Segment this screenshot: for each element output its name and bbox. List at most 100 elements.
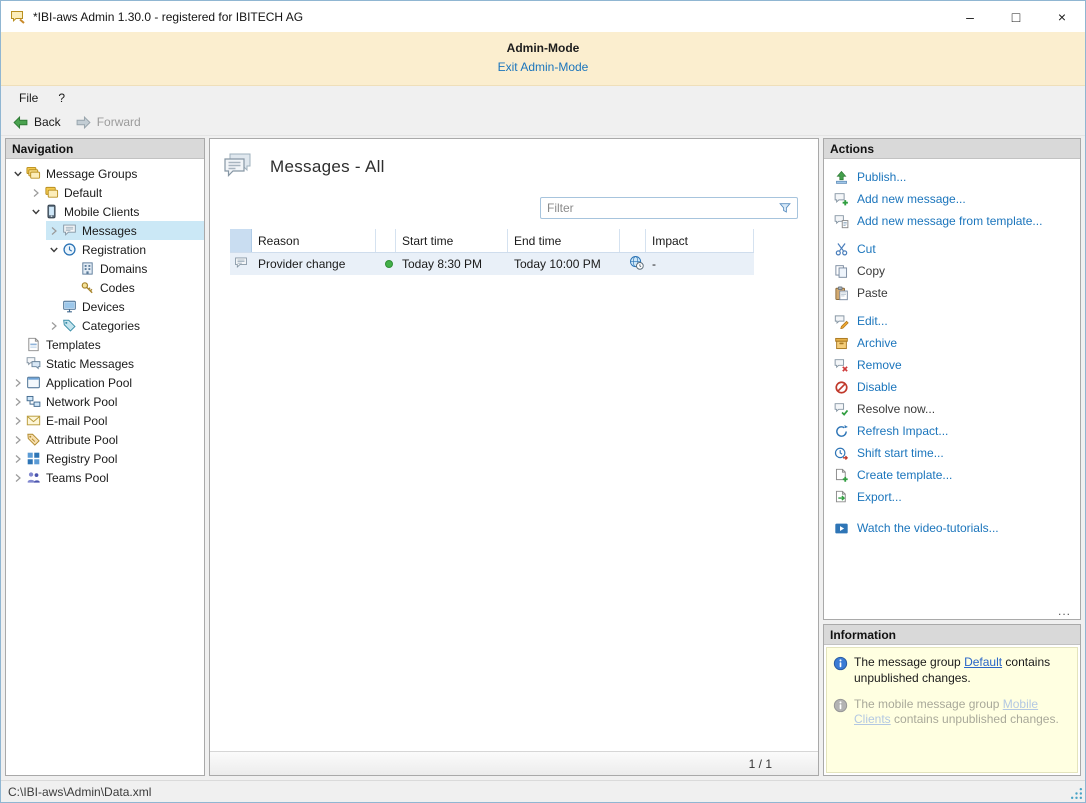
info-icon: [833, 656, 848, 671]
chevron-right-icon[interactable]: [10, 394, 25, 409]
action-resolve-now[interactable]: Resolve now...: [824, 398, 1080, 420]
page-indicator: 1 / 1: [749, 757, 772, 771]
column-header-end-time[interactable]: End time: [508, 229, 620, 252]
tree-item-label: Codes: [100, 281, 141, 295]
tree-item-templates[interactable]: Templates: [10, 335, 204, 354]
close-button[interactable]: ×: [1039, 1, 1085, 32]
action-add-new-message-from-template[interactable]: Add new message from template...: [824, 210, 1080, 232]
chevron-right-icon[interactable]: [10, 413, 25, 428]
cell-end-time: Today 10:00 PM: [508, 253, 620, 275]
tree-item-registration[interactable]: Registration: [46, 240, 204, 259]
tree-item-mobile-clients[interactable]: Mobile Clients: [28, 202, 204, 221]
tree-item-attribute-pool[interactable]: Attribute Pool: [10, 430, 204, 449]
tree-item-teams-pool[interactable]: Teams Pool: [10, 468, 204, 487]
action-label: Shift start time...: [857, 446, 944, 460]
navigation-tree: Message Groups Default Mobile Clients Me…: [6, 159, 204, 775]
copy-icon: [833, 263, 849, 279]
forward-arrow-icon: [75, 114, 92, 131]
chevron-right-icon[interactable]: [10, 470, 25, 485]
action-shift-start-time[interactable]: Shift start time...: [824, 442, 1080, 464]
tree-item-email-pool[interactable]: E-mail Pool: [10, 411, 204, 430]
navigation-header: Navigation: [6, 139, 204, 159]
more-actions-indicator[interactable]: ...: [1058, 604, 1071, 618]
tree-item-static-messages[interactable]: Static Messages: [10, 354, 204, 373]
column-label: Start time: [402, 234, 453, 248]
maximize-button[interactable]: □: [993, 1, 1039, 32]
action-paste[interactable]: Paste: [824, 282, 1080, 304]
toolbar: Back Forward: [1, 109, 1085, 136]
chevron-right-icon[interactable]: [10, 432, 25, 447]
action-remove[interactable]: Remove: [824, 354, 1080, 376]
action-refresh-impact[interactable]: Refresh Impact...: [824, 420, 1080, 442]
info-item-mobile-clients-group: The mobile message group Mobile Clients …: [833, 697, 1071, 729]
back-button[interactable]: Back: [7, 112, 70, 133]
tree-item-messages[interactable]: Messages: [46, 221, 204, 240]
table-row[interactable]: Provider change Today 8:30 PM Today 10:0…: [230, 253, 754, 275]
filter-input[interactable]: [541, 201, 775, 215]
chevron-right-icon[interactable]: [10, 451, 25, 466]
action-publish[interactable]: Publish...: [824, 166, 1080, 188]
action-archive[interactable]: Archive: [824, 332, 1080, 354]
page-title-row: Messages - All: [210, 139, 818, 187]
tree-item-domains[interactable]: Domains: [64, 259, 204, 278]
chevron-placeholder: [64, 261, 79, 276]
menu-file[interactable]: File: [9, 88, 48, 108]
archive-icon: [833, 335, 849, 351]
tree-item-categories[interactable]: Categories: [46, 316, 204, 335]
column-header-impact-icon[interactable]: [620, 229, 646, 252]
action-edit[interactable]: Edit...: [824, 310, 1080, 332]
filter-icon[interactable]: [775, 200, 795, 216]
action-create-template[interactable]: Create template...: [824, 464, 1080, 486]
action-add-new-message[interactable]: Add new message...: [824, 188, 1080, 210]
disable-icon: [833, 379, 849, 395]
tree-item-label: Attribute Pool: [46, 433, 124, 447]
tree-item-application-pool[interactable]: Application Pool: [10, 373, 204, 392]
info-text-after: contains unpublished changes.: [891, 712, 1059, 726]
messages-table: Reason Start time End time Impact Provid…: [230, 229, 754, 275]
table-header-row: Reason Start time End time Impact: [230, 229, 754, 253]
information-header: Information: [824, 625, 1080, 645]
action-copy[interactable]: Copy: [824, 260, 1080, 282]
chevron-placeholder: [46, 299, 61, 314]
chevron-right-icon[interactable]: [46, 318, 61, 333]
action-cut[interactable]: Cut: [824, 238, 1080, 260]
column-header-impact[interactable]: Impact: [646, 229, 754, 252]
column-header-start-time[interactable]: Start time: [396, 229, 508, 252]
tree-item-network-pool[interactable]: Network Pool: [10, 392, 204, 411]
column-label: End time: [514, 234, 561, 248]
menu-help[interactable]: ?: [48, 88, 75, 108]
chevron-right-icon[interactable]: [46, 223, 61, 238]
exit-admin-mode-link[interactable]: Exit Admin-Mode: [498, 60, 589, 74]
resize-grip[interactable]: [1070, 787, 1083, 800]
action-watch-video-tutorials[interactable]: Watch the video-tutorials...: [824, 517, 1080, 539]
column-header-selector[interactable]: [230, 229, 252, 252]
tree-item-devices[interactable]: Devices: [46, 297, 204, 316]
tree-item-codes[interactable]: Codes: [64, 278, 204, 297]
action-export[interactable]: Export...: [824, 486, 1080, 508]
default-group-link[interactable]: Default: [964, 655, 1002, 669]
cell-impact: -: [646, 253, 754, 275]
tree-item-default[interactable]: Default: [28, 183, 204, 202]
column-header-status[interactable]: [376, 229, 396, 252]
forward-button[interactable]: Forward: [70, 112, 150, 133]
tree-item-registry-pool[interactable]: Registry Pool: [10, 449, 204, 468]
column-label: Reason: [258, 234, 299, 248]
video-tutorials-icon: [833, 520, 849, 536]
chevron-down-icon[interactable]: [28, 204, 43, 219]
messages-title-icon: [222, 151, 254, 183]
active-status-icon: [385, 260, 393, 268]
minimize-button[interactable]: –: [947, 1, 993, 32]
column-header-reason[interactable]: Reason: [252, 229, 376, 252]
chevron-right-icon[interactable]: [10, 375, 25, 390]
chevron-down-icon[interactable]: [10, 166, 25, 181]
cut-icon: [833, 241, 849, 257]
tree-item-message-groups[interactable]: Message Groups: [10, 164, 204, 183]
domains-icon: [79, 261, 96, 277]
app-icon[interactable]: [10, 9, 26, 25]
chevron-right-icon[interactable]: [28, 185, 43, 200]
codes-icon: [79, 280, 96, 296]
tree-item-label: Devices: [82, 300, 131, 314]
action-disable[interactable]: Disable: [824, 376, 1080, 398]
application-pool-icon: [25, 375, 42, 391]
chevron-down-icon[interactable]: [46, 242, 61, 257]
